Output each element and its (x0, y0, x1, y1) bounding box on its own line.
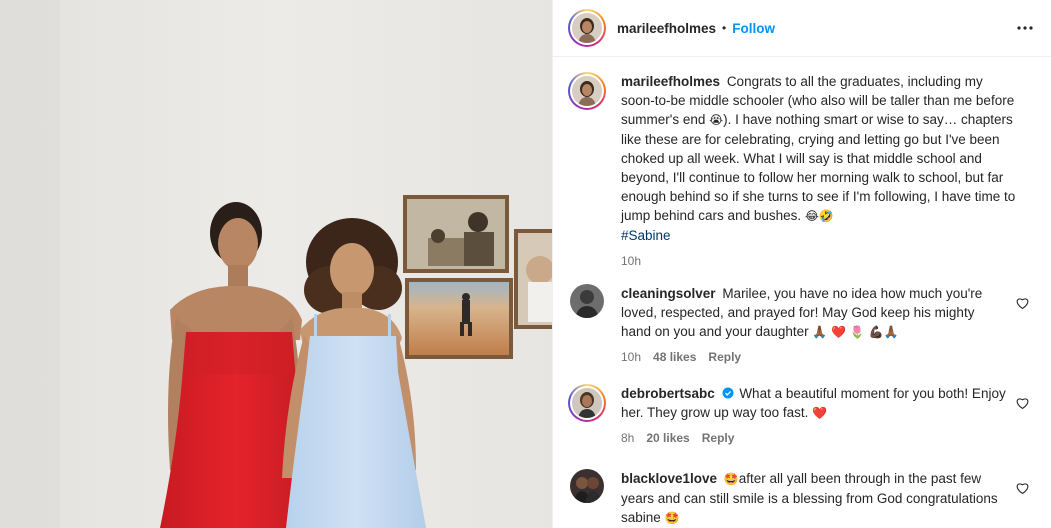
reply-button[interactable]: Reply (702, 429, 735, 448)
post-caption: marileefholmes Congrats to all the gradu… (568, 72, 1038, 271)
more-options-icon[interactable] (1014, 18, 1036, 38)
caption-text-continued: ). I have nothing smart or wise to say… … (621, 112, 1016, 223)
follow-button[interactable]: Follow (732, 21, 775, 36)
wall-frame-top (403, 195, 509, 273)
comment-item: blacklove1love 🤩after all yall been thro… (568, 469, 1038, 528)
commenter-avatar[interactable] (570, 284, 604, 318)
comment-emoji-lead: 🤩 (723, 472, 739, 486)
post-image (0, 0, 552, 528)
caption-avatar[interactable] (568, 72, 606, 110)
author-avatar[interactable] (568, 9, 606, 47)
comment-username[interactable]: cleaningsolver (621, 286, 716, 301)
comment-likes[interactable]: 48 likes (653, 348, 696, 367)
comment-emoji: 🤩 (664, 511, 680, 525)
comment-likes[interactable]: 20 likes (646, 429, 689, 448)
post-header: marileefholmes • Follow (553, 0, 1051, 57)
like-heart-icon[interactable] (1016, 481, 1030, 495)
author-username[interactable]: marileefholmes (617, 21, 716, 36)
caption-username[interactable]: marileefholmes (621, 74, 720, 89)
comment-item: cleaningsolver Marilee, you have no idea… (568, 284, 1038, 367)
like-heart-icon[interactable] (1016, 296, 1030, 310)
post-panel: marileefholmes • Follow marileefholmes C… (552, 0, 1051, 528)
verified-badge-icon (722, 385, 734, 399)
caption-hashtag[interactable]: #Sabine (621, 228, 671, 243)
comments-scroll[interactable]: marileefholmes Congrats to all the gradu… (553, 58, 1051, 528)
comment-emoji: ❤️ (812, 406, 828, 420)
comment-time[interactable]: 10h (621, 348, 641, 367)
reply-button[interactable]: Reply (708, 348, 741, 367)
caption-timestamp[interactable]: 10h (621, 252, 1016, 271)
comment-time[interactable]: 8h (621, 429, 634, 448)
caption-emoji-crying: 😭 (709, 113, 724, 127)
comment-username[interactable]: debrobertsabc (621, 386, 715, 401)
comment-username[interactable]: blacklove1love (621, 471, 717, 486)
separator-dot: • (722, 21, 727, 35)
wall-frame-bottom (405, 278, 513, 359)
post-photo (0, 0, 552, 528)
comment-emoji: 🙏🏾 ❤️ 🌷 💪🏿🙏🏾 (812, 325, 899, 339)
wall-frame-right (514, 229, 552, 329)
commenter-avatar[interactable] (568, 384, 606, 422)
like-heart-icon[interactable] (1016, 396, 1030, 410)
commenter-avatar[interactable] (570, 469, 604, 503)
comment-meta: 10h 48 likes Reply (621, 348, 1006, 367)
caption-emoji-laughing: 😂🤣 (804, 209, 834, 223)
comment-item: debrobertsabc What a beautiful moment fo… (568, 384, 1038, 448)
comment-meta: 8h 20 likes Reply (621, 429, 1006, 448)
